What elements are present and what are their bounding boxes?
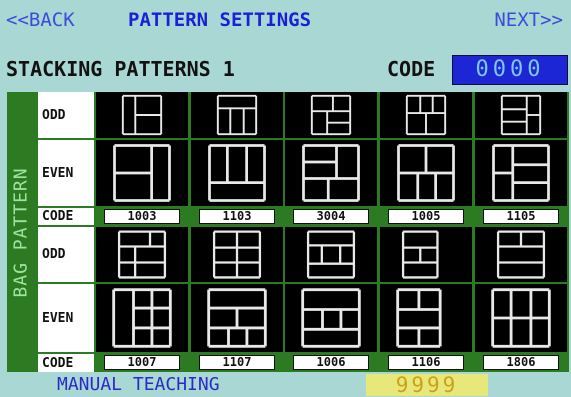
pattern-cell-odd-2-4[interactable] xyxy=(380,227,472,282)
bag-layout-icon xyxy=(500,94,542,136)
pattern-grid: BAG PATTERN ODD EVEN CODE ODD EVEN CODE … xyxy=(7,92,569,372)
pattern-cell-odd-1-2[interactable] xyxy=(191,92,283,138)
pattern-cell-even-1-5[interactable] xyxy=(475,140,567,206)
bag-layout-icon xyxy=(405,94,447,136)
bag-layout-icon xyxy=(310,94,352,136)
top-code-cell-3: 3004 xyxy=(285,208,377,225)
top-code-4[interactable]: 1005 xyxy=(388,209,464,224)
bag-layout-icon xyxy=(207,288,267,348)
pattern-cell-even-2-4[interactable] xyxy=(380,284,472,352)
bottom-code-cell-3: 1006 xyxy=(285,354,377,372)
code-label: CODE xyxy=(387,57,436,81)
bottom-code-5[interactable]: 1806 xyxy=(483,355,559,370)
bag-layout-icon xyxy=(301,288,361,348)
bag-layout-icon xyxy=(212,230,262,279)
bag-layout-icon xyxy=(492,144,550,202)
bottom-code-cell-4: 1106 xyxy=(380,354,472,372)
bag-pattern-label: BAG PATTERN xyxy=(11,166,32,298)
bottom-code-cell-1: 1007 xyxy=(96,354,188,372)
bottom-code-4[interactable]: 1106 xyxy=(388,355,464,370)
pattern-cell-odd-1-3[interactable] xyxy=(285,92,377,138)
bag-layout-icon xyxy=(306,230,356,279)
pattern-cell-odd-1-4[interactable] xyxy=(380,92,472,138)
top-code-cell-5: 1105 xyxy=(475,208,567,225)
pattern-cell-odd-2-3[interactable] xyxy=(285,227,377,282)
bag-layout-icon xyxy=(117,230,167,279)
top-code-5[interactable]: 1105 xyxy=(483,209,559,224)
pattern-cell-even-1-4[interactable] xyxy=(380,140,472,206)
pattern-cell-even-1-2[interactable] xyxy=(191,140,283,206)
bottom-code-cell-2: 1107 xyxy=(191,354,283,372)
bag-layout-icon xyxy=(491,288,551,348)
bag-layout-icon xyxy=(302,144,360,202)
pattern-cell-even-2-1[interactable] xyxy=(96,284,188,352)
row-label-code: CODE xyxy=(38,208,94,225)
code-input[interactable]: 0000 xyxy=(452,55,568,85)
bottom-code-cell-5: 1806 xyxy=(475,354,567,372)
row-label-even-2: EVEN xyxy=(38,284,94,352)
bag-layout-icon xyxy=(121,94,163,136)
bag-layout-icon xyxy=(113,144,171,202)
pattern-cell-even-1-1[interactable] xyxy=(96,140,188,206)
next-button[interactable]: NEXT>> xyxy=(494,6,563,34)
pattern-cell-even-2-5[interactable] xyxy=(475,284,567,352)
bag-layout-icon xyxy=(112,288,172,348)
row-label-odd: ODD xyxy=(38,92,94,138)
bag-layout-icon xyxy=(496,230,546,279)
pattern-cell-odd-1-5[interactable] xyxy=(475,92,567,138)
bag-layout-icon xyxy=(397,144,455,202)
bottom-code-1[interactable]: 1007 xyxy=(104,355,180,370)
pattern-cell-odd-2-5[interactable] xyxy=(475,227,567,282)
bag-layout-icon xyxy=(401,230,439,279)
manual-teaching-button[interactable]: MANUAL TEACHING xyxy=(57,374,220,396)
pattern-cell-odd-1-1[interactable] xyxy=(96,92,188,138)
screen: <<BACK PATTERN SETTINGS NEXT>> STACKING … xyxy=(0,0,571,396)
pattern-cell-even-2-2[interactable] xyxy=(191,284,283,352)
top-code-3[interactable]: 3004 xyxy=(293,209,369,224)
bottom-code-2[interactable]: 1107 xyxy=(199,355,275,370)
bag-layout-icon xyxy=(396,288,442,348)
pattern-cell-even-2-3[interactable] xyxy=(285,284,377,352)
pattern-cell-odd-2-1[interactable] xyxy=(96,227,188,282)
row-label-code-2: CODE xyxy=(38,354,94,372)
bag-layout-icon xyxy=(208,144,266,202)
stacking-patterns-title: STACKING PATTERNS 1 xyxy=(6,57,235,81)
counter-value: 9999 xyxy=(366,374,488,396)
row-label-even: EVEN xyxy=(38,140,94,206)
bag-layout-icon xyxy=(216,94,258,136)
page-title: PATTERN SETTINGS xyxy=(128,9,312,31)
back-button[interactable]: <<BACK xyxy=(6,6,75,34)
top-code-1[interactable]: 1003 xyxy=(104,209,180,224)
pattern-cell-odd-2-2[interactable] xyxy=(191,227,283,282)
row-label-odd-2: ODD xyxy=(38,227,94,282)
bottom-code-3[interactable]: 1006 xyxy=(293,355,369,370)
top-code-2[interactable]: 1103 xyxy=(199,209,275,224)
top-code-cell-2: 1103 xyxy=(191,208,283,225)
top-code-cell-1: 1003 xyxy=(96,208,188,225)
top-code-cell-4: 1005 xyxy=(380,208,472,225)
pattern-cell-even-1-3[interactable] xyxy=(285,140,377,206)
